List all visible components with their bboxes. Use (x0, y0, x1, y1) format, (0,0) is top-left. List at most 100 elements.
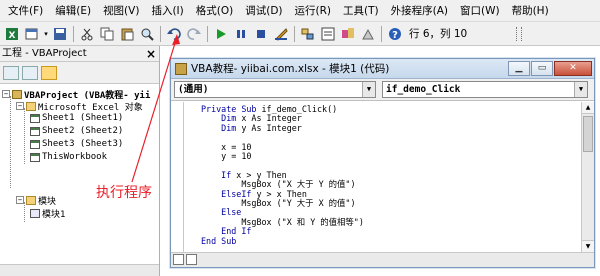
procedure-dropdown-value: if_demo_Click (386, 84, 461, 95)
code-editor[interactable]: Private Sub if_demo_Click() Dim x As Int… (171, 102, 581, 252)
object-dropdown[interactable]: (通用) ▼ (174, 81, 376, 98)
code-line[interactable]: y = 10 (201, 151, 364, 162)
project-horizontal-scrollbar[interactable] (0, 264, 159, 276)
reset-icon[interactable] (252, 25, 270, 43)
design-mode-icon[interactable] (272, 25, 290, 43)
menu-item[interactable]: 运行(R) (289, 0, 338, 22)
redo-icon[interactable] (185, 25, 203, 43)
copy-icon[interactable] (98, 25, 116, 43)
vba-document-icon (175, 62, 187, 75)
menu-item[interactable]: 文件(F) (2, 0, 49, 22)
tree-guide (24, 108, 25, 164)
procedure-dropdown[interactable]: if_demo_Click ▼ (382, 81, 588, 98)
module-icon (30, 208, 40, 218)
minimize-icon[interactable]: ▁ (508, 61, 530, 76)
scroll-down-icon[interactable]: ▼ (582, 240, 594, 252)
tree-node-label: Sheet3 (Sheet3) (42, 139, 124, 149)
tree-node-label: Sheet1 (Sheet1) (42, 113, 124, 123)
full-module-view-icon[interactable] (186, 254, 197, 265)
view-buttons (173, 254, 199, 265)
menu-item[interactable]: 工具(T) (337, 0, 385, 22)
cursor-position-status: 行 6，列 10 (409, 28, 468, 40)
scroll-thumb[interactable] (583, 116, 593, 152)
close-icon[interactable]: × (146, 46, 156, 62)
tree-node-label: Sheet2 (Sheet2) (42, 126, 124, 136)
tree-node-excel-objects[interactable]: − Microsoft Excel 对象 (16, 100, 143, 113)
project-explorer-icon[interactable] (299, 25, 317, 43)
paste-icon[interactable] (118, 25, 136, 43)
toggle-folders-icon[interactable] (41, 65, 57, 80)
menu-item[interactable]: 格式(O) (190, 0, 239, 22)
tree-node-sheet1[interactable]: Sheet1 (Sheet1) (30, 112, 123, 124)
procedure-view-icon[interactable] (173, 254, 184, 265)
tree-node-thisworkbook[interactable]: ThisWorkbook (30, 151, 107, 163)
toolbar-separator (73, 25, 74, 42)
cut-icon[interactable] (78, 25, 96, 43)
code-keyword: Dim (201, 122, 242, 133)
excel-icon[interactable]: X (3, 25, 21, 43)
code-margin-indicator-bar[interactable] (171, 102, 184, 252)
code-window-titlebar[interactable]: VBA教程- yiibai.com.xlsx - 模块1 (代码) ▁ ▭ ✕ (171, 59, 594, 79)
code-text-segment: y As Integer (241, 122, 302, 133)
run-icon[interactable] (212, 25, 230, 43)
tree-node-modules[interactable]: − 模块 (16, 194, 57, 207)
folder-icon (26, 195, 36, 205)
tree-node-sheet2[interactable]: Sheet2 (Sheet2) (30, 125, 123, 137)
find-icon[interactable] (138, 25, 156, 43)
chevron-down-icon[interactable]: ▼ (362, 82, 375, 97)
worksheet-icon (30, 113, 40, 123)
collapse-icon[interactable]: − (16, 102, 24, 110)
worksheet-icon (30, 126, 40, 136)
object-browser-icon[interactable] (339, 25, 357, 43)
standard-toolbar: X ▾ ? 行 6，列 10 (0, 22, 600, 46)
tree-node-label: ThisWorkbook (42, 152, 108, 162)
tree-node-label: 模块1 (42, 209, 66, 220)
scroll-up-icon[interactable]: ▲ (582, 102, 594, 114)
undo-icon[interactable] (165, 25, 183, 43)
properties-icon[interactable] (319, 25, 337, 43)
object-dropdown-value: (通用) (178, 84, 209, 95)
toolbar-separator (381, 25, 382, 42)
toolbar-separator (294, 25, 295, 42)
save-icon[interactable] (51, 25, 69, 43)
restore-icon[interactable]: ▭ (531, 61, 553, 76)
help-icon[interactable]: ? (386, 25, 404, 43)
code-vertical-scrollbar[interactable]: ▲ ▼ (581, 102, 594, 252)
menu-item[interactable]: 插入(I) (145, 0, 189, 22)
menu-item[interactable]: 帮助(H) (506, 0, 555, 22)
code-window: VBA教程- yiibai.com.xlsx - 模块1 (代码) ▁ ▭ ✕ … (170, 58, 595, 268)
tree-node-sheet3[interactable]: Sheet3 (Sheet3) (30, 138, 123, 150)
code-line[interactable]: End Sub (201, 236, 364, 246)
tree-node-label: Microsoft Excel 对象 (38, 102, 143, 113)
tree-node-vbaproject[interactable]: − VBAProject (VBA教程- yii (2, 88, 150, 101)
view-code-icon[interactable] (3, 65, 19, 80)
toolbar-grip[interactable] (516, 26, 522, 41)
code-line[interactable]: Dim y As Integer (201, 122, 364, 133)
insert-userform-icon[interactable] (23, 25, 41, 43)
window-buttons: ▁ ▭ ✕ (507, 61, 592, 76)
toolbox-icon[interactable] (359, 25, 377, 43)
menu-item[interactable]: 编辑(E) (49, 0, 97, 22)
menu-item[interactable]: 窗口(W) (454, 0, 506, 22)
break-icon[interactable] (232, 25, 250, 43)
collapse-icon[interactable]: − (2, 90, 10, 98)
code-text-segment: y = 10 (201, 151, 252, 162)
svg-text:?: ? (392, 30, 398, 41)
dropdown-arrow-icon[interactable]: ▾ (43, 25, 49, 43)
code-text[interactable]: Private Sub if_demo_Click() Dim x As Int… (201, 104, 364, 246)
view-object-icon[interactable] (22, 65, 38, 80)
close-icon[interactable]: ✕ (554, 61, 592, 76)
menu-item[interactable]: 外接程序(A) (385, 0, 454, 22)
menu-item[interactable]: 视图(V) (97, 0, 145, 22)
vba-project-icon (12, 89, 22, 99)
tree-node-module1[interactable]: 模块1 (30, 207, 66, 220)
chevron-down-icon[interactable]: ▼ (574, 82, 587, 97)
menu-bar: 文件(F) 编辑(E) 视图(V) 插入(I) 格式(O) 调试(D) 运行(R) 工具(T)… (0, 0, 600, 22)
code-horizontal-scrollbar[interactable] (171, 252, 594, 267)
project-title-text: 工程 - VBAProject (2, 48, 87, 59)
menu-item[interactable]: 调试(D) (239, 0, 288, 22)
toolbar-separator (160, 25, 161, 42)
tree-guide (10, 96, 11, 188)
tree-node-label: 模块 (38, 196, 57, 207)
collapse-icon[interactable]: − (16, 196, 24, 204)
